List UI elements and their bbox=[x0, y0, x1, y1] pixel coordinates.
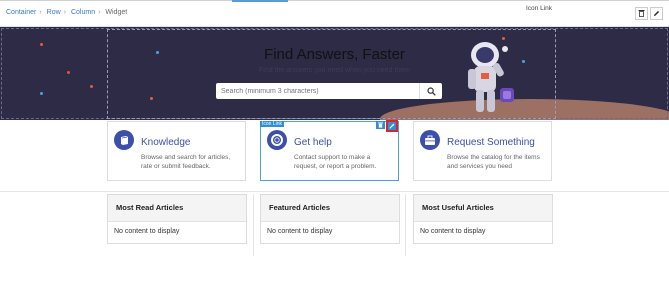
lifebuoy-icon bbox=[267, 130, 287, 150]
breadcrumb-column[interactable]: Column bbox=[71, 9, 95, 16]
card-title: Knowledge bbox=[141, 137, 191, 148]
card-description: Browse the catalog for the items and ser… bbox=[447, 154, 540, 170]
editor-toolbar: Container › Row › Column › Widget Icon Link bbox=[0, 0, 669, 27]
panel-title: Most Useful Articles bbox=[414, 195, 552, 222]
card-title: Get help bbox=[294, 137, 332, 148]
column-divider bbox=[405, 194, 406, 256]
card-description: Contact support to make a request, or re… bbox=[294, 154, 377, 170]
breadcrumb-separator: › bbox=[39, 9, 42, 16]
breadcrumb-separator: › bbox=[63, 9, 67, 16]
section-divider bbox=[0, 191, 669, 192]
delete-widget-button[interactable] bbox=[635, 7, 648, 20]
panel-title: Featured Articles bbox=[261, 195, 399, 222]
panel-most-useful: Most Useful Articles No content to displ… bbox=[413, 194, 553, 244]
hero-banner: Find Answers, Faster Find the answers yo… bbox=[0, 27, 669, 120]
pencil-icon bbox=[389, 123, 395, 129]
panel-empty-message: No content to display bbox=[114, 228, 180, 235]
column-divider bbox=[253, 194, 254, 256]
pencil-icon bbox=[654, 10, 660, 16]
panel-most-read: Most Read Articles No content to display bbox=[107, 194, 247, 244]
trash-icon bbox=[378, 122, 383, 128]
panel-empty-message: No content to display bbox=[267, 228, 333, 235]
search-input[interactable] bbox=[216, 83, 419, 99]
selection-edit-button[interactable] bbox=[386, 120, 398, 132]
card-knowledge[interactable]: Knowledge Browse and search for articles… bbox=[107, 121, 246, 181]
search-icon bbox=[426, 86, 436, 96]
card-title: Request Something bbox=[447, 137, 535, 148]
selection-delete-button[interactable] bbox=[376, 121, 385, 129]
edit-widget-button[interactable] bbox=[650, 7, 663, 20]
panel-empty-message: No content to display bbox=[420, 228, 486, 235]
search-box bbox=[216, 83, 442, 99]
breadcrumb-separator: › bbox=[98, 9, 101, 16]
card-get-help[interactable]: Get help Contact support to make a reque… bbox=[260, 121, 399, 181]
book-icon bbox=[114, 130, 134, 150]
selected-widget-label: Icon Link bbox=[526, 5, 553, 12]
breadcrumb-widget: Widget bbox=[105, 9, 128, 16]
selection-tag: Icon Link bbox=[260, 121, 285, 127]
hero-title: Find Answers, Faster bbox=[264, 46, 405, 63]
search-button[interactable] bbox=[419, 83, 442, 99]
breadcrumb-container[interactable]: Container bbox=[6, 9, 36, 16]
hero-subtitle: Find the answers you need when you need … bbox=[259, 67, 410, 74]
card-description: Browse and search for articles, rate or … bbox=[141, 154, 231, 170]
trash-icon bbox=[638, 10, 645, 17]
breadcrumb-row[interactable]: Row bbox=[47, 9, 61, 16]
card-request-something[interactable]: Request Something Browse the catalog for… bbox=[413, 121, 552, 181]
toolbar-border bbox=[0, 0, 669, 1]
breadcrumb: Container › Row › Column › Widget bbox=[6, 9, 130, 16]
panel-featured: Featured Articles No content to display bbox=[260, 194, 400, 244]
panel-title: Most Read Articles bbox=[108, 195, 246, 222]
briefcase-icon bbox=[420, 130, 440, 150]
toolbar-accent bbox=[232, 0, 288, 2]
